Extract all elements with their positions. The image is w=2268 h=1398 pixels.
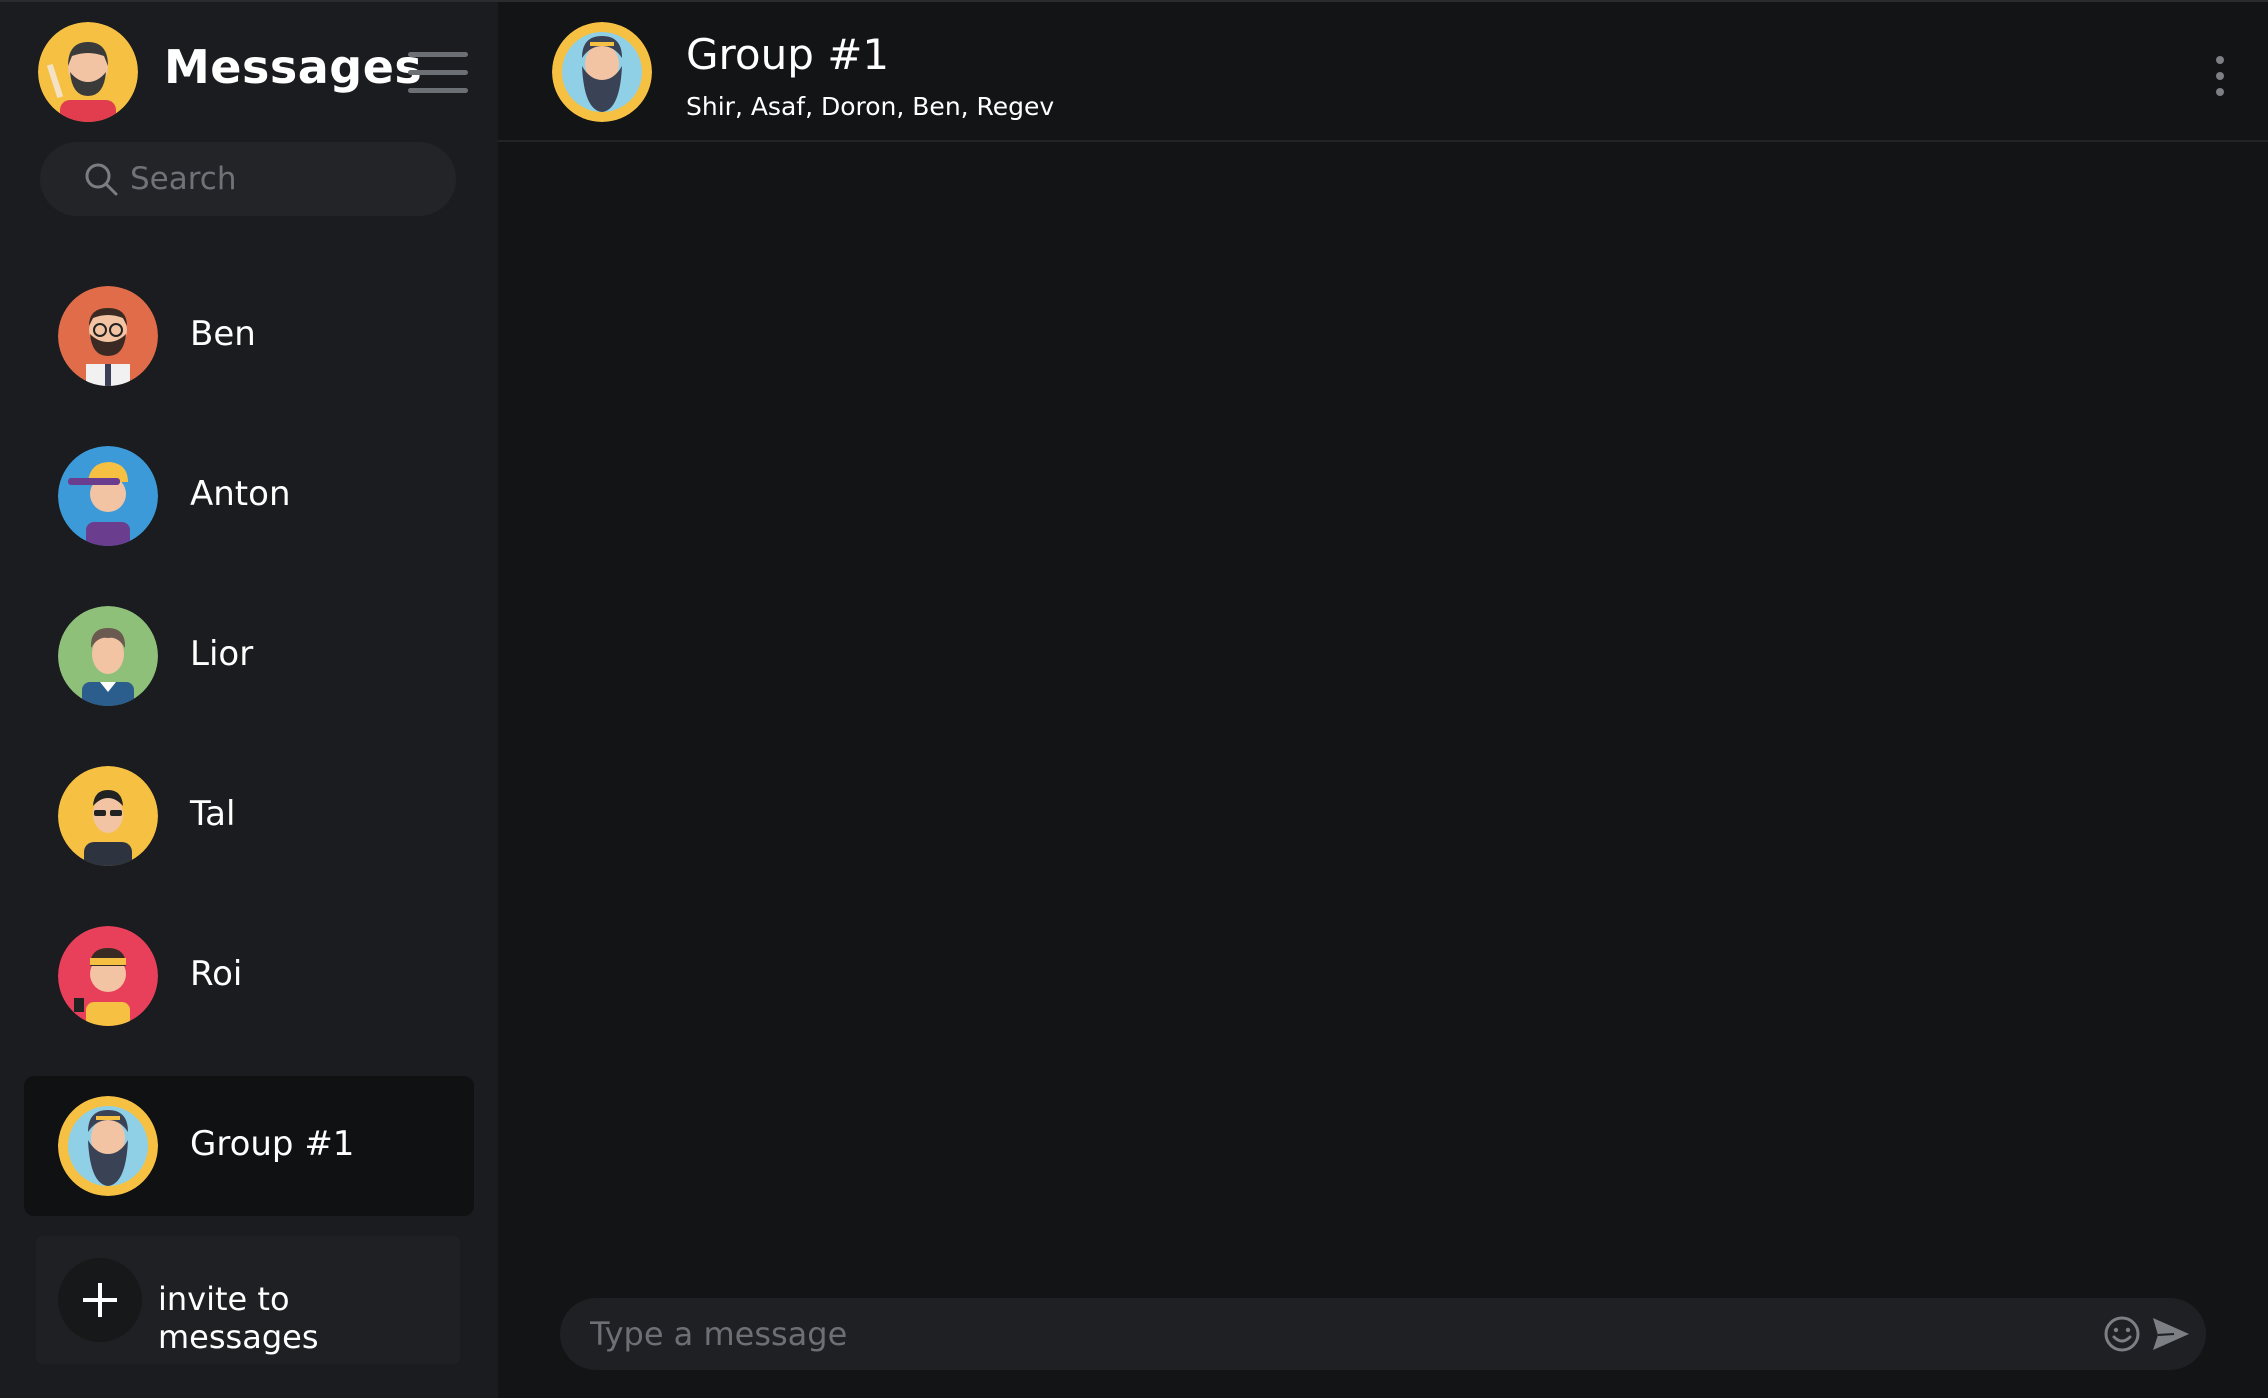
contact-name: Lior <box>190 634 254 674</box>
message-input[interactable] <box>590 1298 2030 1370</box>
chat-header: Group #1 Shir, Asaf, Doron, Ben, Regev <box>498 2 2268 142</box>
search-icon <box>85 163 118 196</box>
messages-app: Messages Search Ben Anton Lior Tal Roi G… <box>0 0 2268 1398</box>
invite-button[interactable]: invite to messages <box>36 1236 460 1364</box>
hamburger-icon[interactable] <box>408 52 468 96</box>
search-box[interactable] <box>40 142 456 216</box>
my-profile-avatar[interactable] <box>38 22 138 122</box>
contact-item-anton[interactable]: Anton <box>24 426 474 566</box>
avatar <box>58 606 158 706</box>
chat-title: Group #1 <box>686 30 890 79</box>
sidebar-title: Messages <box>164 40 423 94</box>
send-icon[interactable] <box>2150 1314 2192 1354</box>
chat-panel: Group #1 Shir, Asaf, Doron, Ben, Regev <box>498 2 2268 1398</box>
message-composer <box>560 1298 2206 1370</box>
plus-icon <box>58 1258 142 1342</box>
sidebar-header: Messages <box>0 2 498 142</box>
invite-label: invite to messages <box>158 1280 319 1356</box>
chat-avatar[interactable] <box>552 22 652 122</box>
contact-item-tal[interactable]: Tal <box>24 746 474 886</box>
avatar <box>58 286 158 386</box>
chat-members: Shir, Asaf, Doron, Ben, Regev <box>686 92 1055 121</box>
contact-name: Ben <box>190 314 256 354</box>
smiley-icon[interactable] <box>2102 1314 2142 1354</box>
search-input[interactable] <box>130 142 440 216</box>
contact-name: Roi <box>190 954 243 994</box>
contact-item-ben[interactable]: Ben <box>24 266 474 406</box>
avatar <box>58 446 158 546</box>
contact-item-roi[interactable]: Roi <box>24 906 474 1046</box>
sidebar: Messages Search Ben Anton Lior Tal Roi G… <box>0 2 498 1398</box>
contact-name: Group #1 <box>190 1124 355 1164</box>
contact-name: Anton <box>190 474 291 514</box>
more-vertical-icon[interactable] <box>2212 56 2228 96</box>
avatar <box>58 1096 158 1196</box>
avatar <box>58 766 158 866</box>
contact-name: Tal <box>190 794 236 834</box>
avatar <box>58 926 158 1026</box>
contact-item-lior[interactable]: Lior <box>24 586 474 726</box>
contact-item-group-1[interactable]: Group #1 <box>24 1076 474 1216</box>
